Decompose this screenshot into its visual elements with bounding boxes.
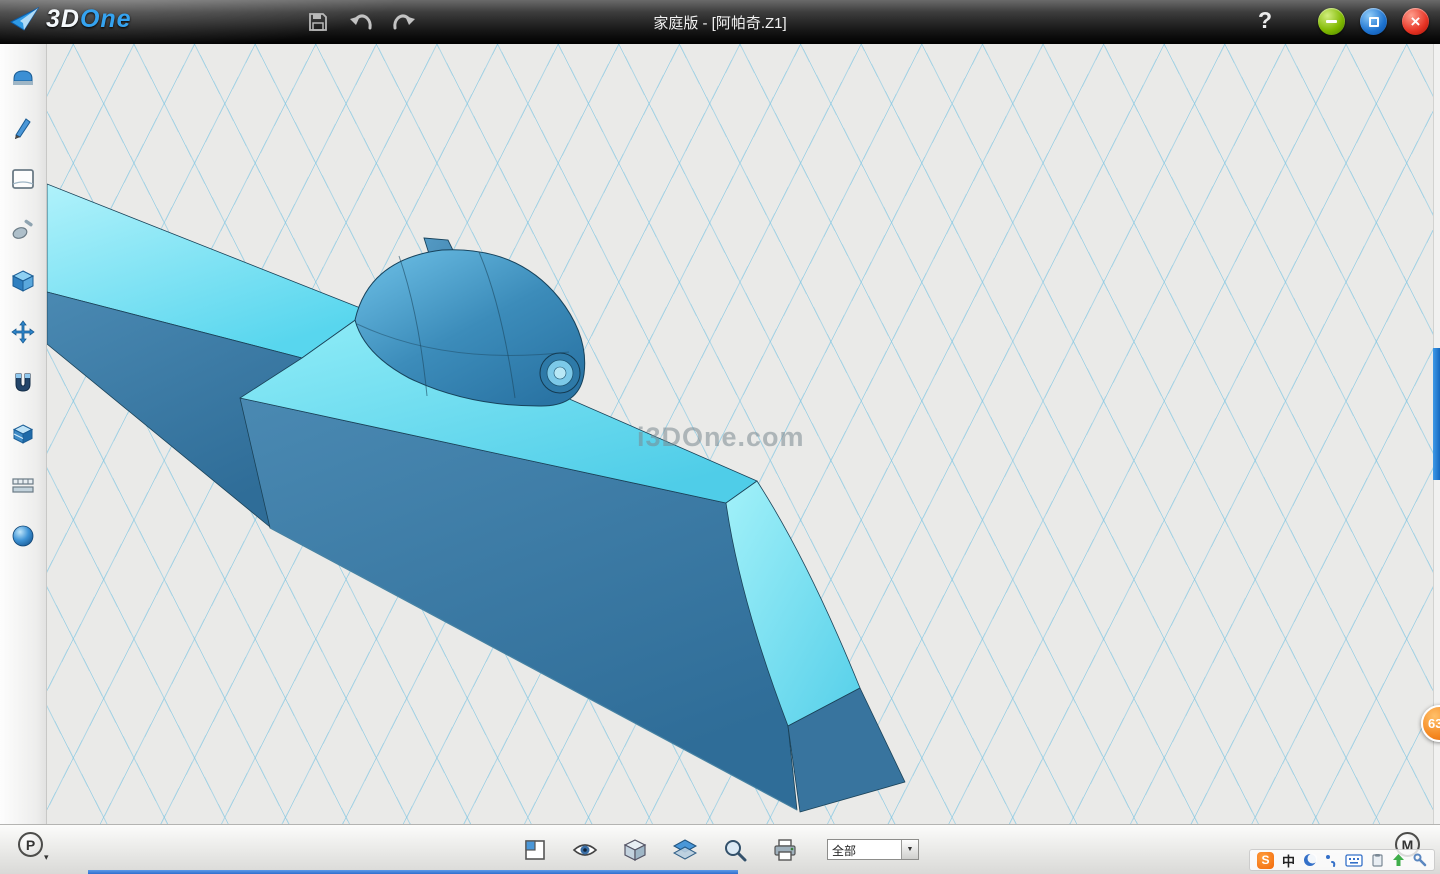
window-title: 家庭版 - [阿帕奇.Z1] (0, 0, 1440, 44)
sogou-ime-icon[interactable]: S (1257, 852, 1274, 869)
moon-icon[interactable] (1303, 853, 1317, 867)
minimize-icon (1326, 20, 1337, 23)
freeform-tool-icon[interactable] (9, 216, 37, 244)
ime-language-toggle[interactable]: 中 (1282, 851, 1295, 870)
skin-icon[interactable] (1392, 853, 1405, 867)
sketch-plane-tool-icon[interactable] (9, 165, 37, 193)
background-window-strip (88, 870, 738, 874)
parts-quick-caret-icon[interactable]: ▾ (44, 852, 49, 863)
visibility-eye-icon[interactable] (571, 836, 599, 864)
parts-quick-button[interactable]: P (18, 832, 43, 857)
filter-dropdown-value: 全部 (828, 840, 901, 859)
clipboard-icon[interactable] (1371, 853, 1384, 867)
3done-app-window: { "colors": { "accent_blue": "#2b8fd8", … (0, 0, 1440, 874)
minimize-button[interactable] (1318, 8, 1345, 35)
ime-tray: S 中 (1249, 849, 1435, 871)
model-apache[interactable] (47, 44, 1433, 824)
zoom-search-icon[interactable] (721, 836, 749, 864)
move-tool-icon[interactable] (9, 318, 37, 346)
toolbox-icon[interactable] (1413, 853, 1427, 867)
punctuation-icon[interactable] (1325, 853, 1337, 867)
filter-dropdown[interactable]: 全部 ▼ (827, 839, 919, 860)
render-tool-icon[interactable] (9, 63, 37, 91)
save-icon[interactable] (305, 9, 331, 35)
help-button[interactable]: ? (1258, 7, 1272, 34)
chevron-down-icon[interactable]: ▼ (901, 840, 918, 859)
combine-tool-icon[interactable] (9, 420, 37, 448)
titlebar: 3DOne 家庭版 - [阿帕奇.Z1] ? × (0, 0, 1440, 44)
left-toolbar (0, 44, 47, 824)
window-controls: × (1318, 8, 1429, 35)
primitives-tool-icon[interactable] (9, 267, 37, 295)
model-hull-front-face (240, 398, 797, 810)
3d-viewport[interactable]: i3DOne.com 77.469 mm (47, 44, 1433, 824)
viewport-layout-icon[interactable] (521, 836, 549, 864)
titlebar-quick-tools (305, 6, 417, 38)
material-sphere-tool-icon[interactable] (9, 522, 37, 550)
app-logo-text: 3DOne (46, 5, 132, 34)
side-panel-tab[interactable] (1433, 348, 1440, 480)
close-icon: × (1411, 13, 1421, 30)
display-mode-cube-icon[interactable] (621, 836, 649, 864)
redo-icon[interactable] (391, 9, 417, 35)
undo-icon[interactable] (348, 9, 374, 35)
paper-plane-logo-icon (10, 6, 40, 34)
close-button[interactable]: × (1402, 8, 1429, 35)
measure-tool-icon[interactable] (9, 471, 37, 499)
sketch-pen-tool-icon[interactable] (9, 114, 37, 142)
bottom-toolbar: 全部 ▼ (0, 824, 1440, 874)
model-engine-inner (554, 367, 566, 379)
print-icon[interactable] (771, 836, 799, 864)
keyboard-icon[interactable] (1345, 854, 1363, 867)
bottom-toolbar-center: 全部 ▼ (521, 836, 919, 864)
app-logo: 3DOne (10, 5, 132, 34)
restore-button[interactable] (1360, 8, 1387, 35)
restore-icon (1369, 17, 1379, 27)
layers-icon[interactable] (671, 836, 699, 864)
magnet-constraint-tool-icon[interactable] (9, 369, 37, 397)
